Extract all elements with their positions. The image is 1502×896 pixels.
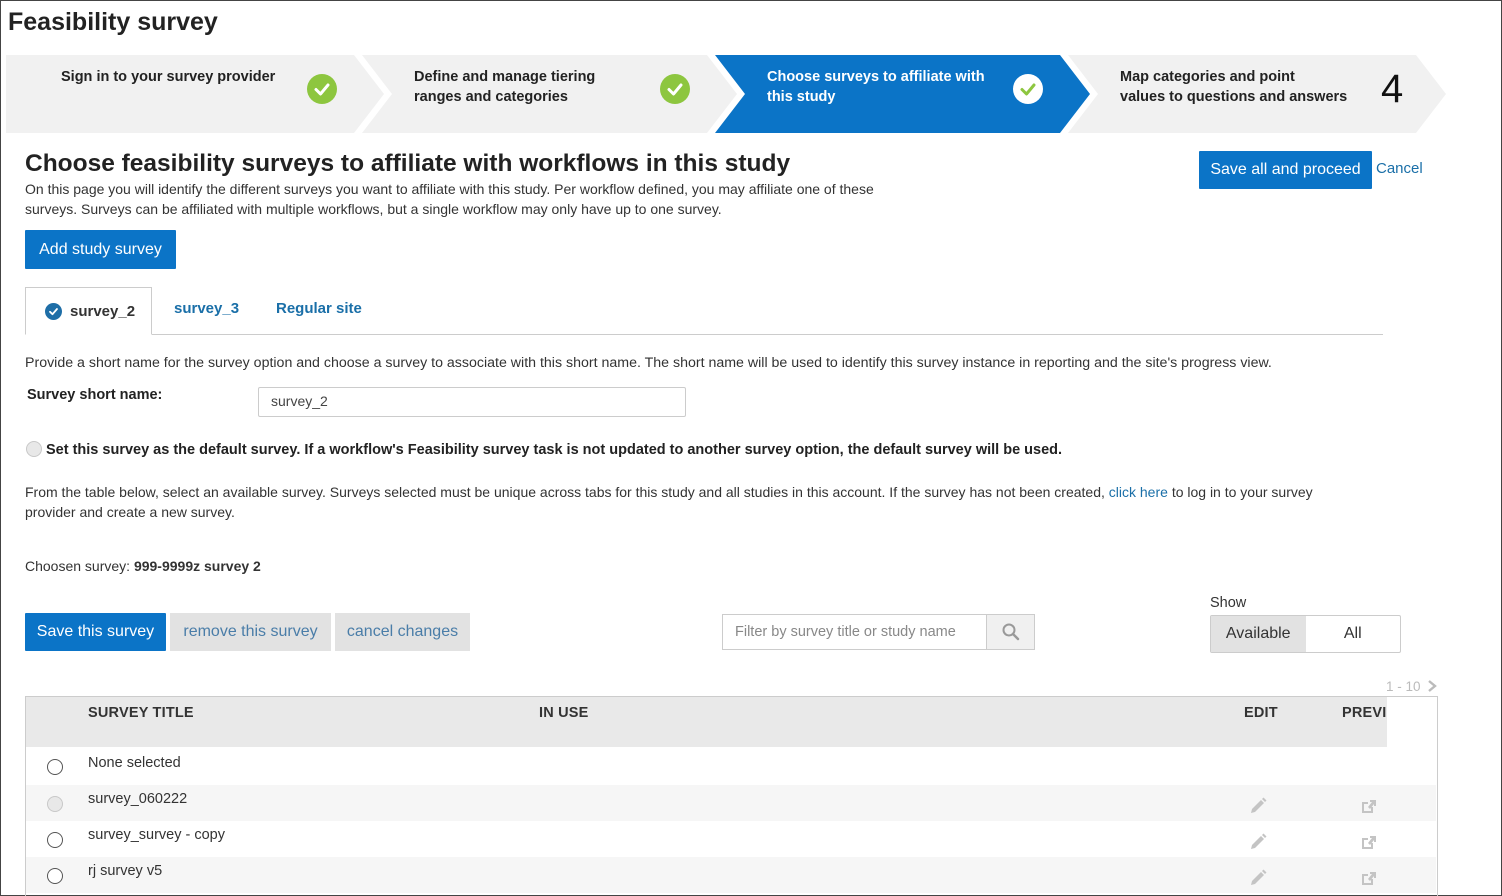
section-heading: Choose feasibility surveys to affiliate … [25, 150, 791, 177]
pencil-icon[interactable] [1248, 796, 1268, 816]
check-icon [307, 74, 337, 104]
row-title: None selected [88, 755, 181, 771]
pencil-icon[interactable] [1248, 832, 1268, 852]
row-title: survey_survey - copy [88, 827, 225, 843]
row-radio[interactable] [47, 832, 63, 848]
tab-label: survey_2 [70, 302, 136, 320]
check-icon [1013, 74, 1043, 104]
short-name-label: Survey short name: [27, 387, 163, 403]
col-in-use[interactable]: IN USE [539, 705, 589, 721]
row-radio[interactable] [47, 868, 63, 884]
step-sign-in[interactable]: Sign in to your survey provider [6, 55, 384, 133]
row-radio[interactable] [47, 796, 63, 812]
table-row[interactable]: None selected [26, 749, 1436, 785]
tab-survey-2[interactable]: survey_2 [25, 287, 152, 335]
filter-input[interactable]: Filter by survey title or study name [723, 615, 986, 649]
row-title: survey_060222 [88, 791, 188, 807]
survey-filter: Filter by survey title or study name [722, 614, 1035, 650]
show-label: Show [1210, 595, 1247, 611]
tab-survey-3[interactable]: survey_3 [174, 300, 239, 317]
step-number: 4 [1381, 67, 1404, 111]
table-row[interactable]: survey_060222 [26, 785, 1436, 821]
table-row[interactable]: rj survey v5 [26, 857, 1436, 893]
table-help: From the table below, select an availabl… [25, 484, 1313, 520]
survey-table: SURVEY TITLE IN USE EDIT PREVI None sele… [25, 696, 1438, 896]
chosen-survey-value: 999-9999z survey 2 [133, 558, 261, 574]
add-study-survey-button[interactable]: Add study survey [25, 230, 176, 269]
default-survey-label: Set this survey as the default survey. I… [46, 442, 1063, 458]
short-name-help: Provide a short name for the survey opti… [25, 355, 1272, 371]
search-button[interactable] [986, 615, 1034, 649]
step-label: Sign in to your survey provider [61, 69, 276, 85]
step-choose-surveys[interactable]: Choose surveys to affiliate with this stu… [715, 55, 1090, 133]
page-title: Feasibility survey [8, 8, 218, 36]
check-icon [660, 74, 690, 104]
show-available-option[interactable]: Available [1211, 616, 1306, 652]
tabs-divider [25, 334, 1383, 335]
table-header: SURVEY TITLE IN USE EDIT PREVI [26, 697, 1387, 747]
col-survey-title[interactable]: SURVEY TITLE [88, 705, 194, 721]
cancel-changes-button[interactable]: cancel changes [335, 613, 470, 651]
save-this-survey-button[interactable]: Save this survey [25, 613, 166, 651]
preview-icon[interactable] [1359, 796, 1379, 816]
row-radio[interactable] [47, 759, 63, 775]
step-label: Map categories and point values to questi… [1120, 69, 1348, 105]
preview-icon[interactable] [1359, 868, 1379, 888]
check-circle-icon [45, 302, 62, 320]
short-name-input[interactable]: survey_2 [258, 387, 686, 417]
pencil-icon[interactable] [1248, 868, 1268, 888]
row-title: rj survey v5 [88, 863, 163, 879]
click-here-link[interactable]: click here [1109, 484, 1168, 500]
show-all-option[interactable]: All [1306, 616, 1401, 652]
remove-this-survey-button[interactable]: remove this survey [170, 613, 331, 651]
chevron-right-icon[interactable] [1427, 680, 1438, 692]
wizard-stepper: Sign in to your survey provider Define a… [6, 55, 1446, 133]
save-all-proceed-button[interactable]: Save all and proceed [1199, 151, 1372, 189]
tab-regular-site[interactable]: Regular site [276, 300, 362, 317]
show-toggle: Available All [1210, 615, 1401, 653]
step-label: Choose surveys to affiliate with this stu… [767, 69, 985, 105]
step-label: Define and manage tiering ranges and cate… [414, 69, 596, 105]
col-edit: EDIT [1244, 705, 1278, 721]
step-tiering[interactable]: Define and manage tiering ranges and cate… [362, 55, 737, 133]
chosen-survey: Choosen survey: 999-9999z survey 2 [25, 558, 261, 574]
preview-icon[interactable] [1359, 832, 1379, 852]
pager: 1 - 10 [1386, 679, 1438, 694]
default-survey-radio[interactable] [26, 441, 42, 457]
col-preview: PREVI [1342, 705, 1387, 721]
step-map-categories[interactable]: Map categories and point values to questi… [1068, 55, 1446, 133]
table-row[interactable]: survey_survey - copy [26, 821, 1436, 857]
cancel-link[interactable]: Cancel [1376, 160, 1423, 177]
search-icon [1002, 623, 1019, 641]
intro-text: On this page you will identify the diffe… [25, 181, 874, 217]
